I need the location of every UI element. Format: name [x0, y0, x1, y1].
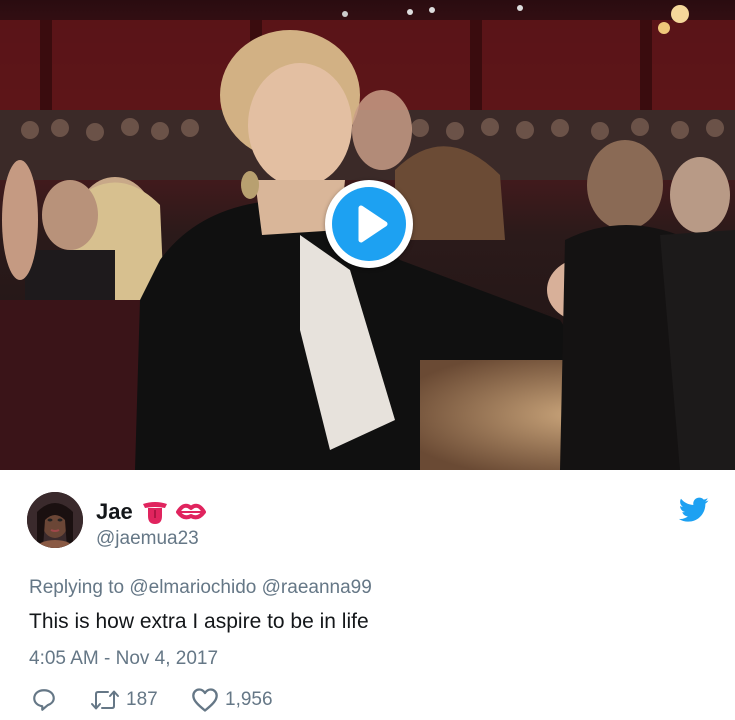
retweet-button[interactable]: 187 [90, 686, 158, 714]
reply-icon [33, 689, 55, 711]
mention-elmariochido[interactable]: @elmariochido [129, 577, 256, 598]
retweet-count: 187 [126, 689, 158, 710]
username[interactable]: @jaemua23 [96, 528, 199, 550]
avatar-image [27, 492, 83, 548]
tweet-text: This is how extra I aspire to be in life [29, 610, 369, 633]
replying-to-line: Replying to @elmariochido @raeanna99 [29, 576, 372, 600]
play-button[interactable] [325, 180, 413, 268]
timestamp[interactable]: 4:05 AM - Nov 4, 2017 [29, 647, 218, 671]
avatar[interactable] [27, 492, 83, 548]
mention-raeanna99[interactable]: @raeanna99 [262, 577, 372, 598]
retweet-icon [91, 690, 119, 710]
play-icon [358, 205, 388, 243]
display-name[interactable]: Jae [96, 499, 133, 525]
twitter-bird-icon[interactable] [679, 497, 709, 523]
like-button[interactable]: 1,956 [191, 686, 273, 714]
reply-button[interactable] [31, 686, 63, 714]
like-count: 1,956 [225, 689, 273, 710]
tongue-emoji-icon [142, 502, 167, 524]
video-thumbnail[interactable] [0, 0, 735, 470]
replying-to-label: Replying to [29, 577, 125, 598]
kiss-mark-emoji-icon [175, 503, 206, 520]
tweet-card: Jae @jaemua23 Replying to @elmariochido … [0, 0, 735, 720]
heart-icon [192, 688, 218, 712]
